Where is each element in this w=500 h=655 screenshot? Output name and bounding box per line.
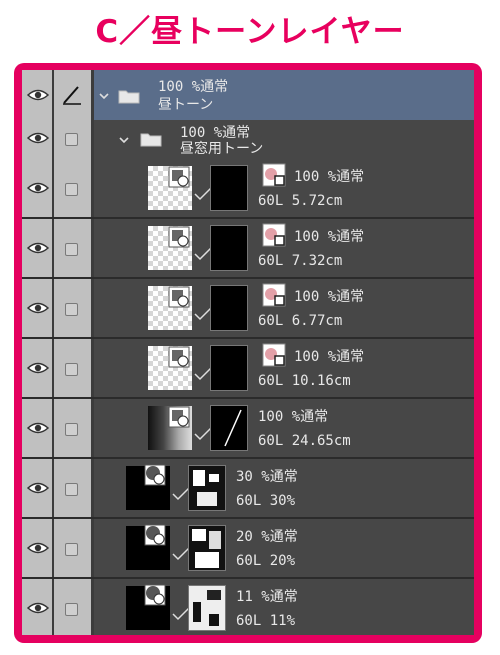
- tone-layer-icon: [144, 464, 166, 486]
- edit-target-checkbox[interactable]: [65, 543, 78, 556]
- edit-target-checkbox[interactable]: [65, 183, 78, 196]
- tone-settings-icon[interactable]: [262, 283, 286, 307]
- page-title: C／昼トーンレイヤー: [95, 14, 405, 50]
- layer-row-folder[interactable]: 100 %通常 昼トーン: [22, 70, 474, 122]
- layer-info: 60L 10.16cm: [258, 373, 351, 389]
- layer-row-tone[interactable]: 100 %通常 60L 24.65cm: [22, 399, 474, 459]
- visibility-eye-icon[interactable]: [27, 601, 49, 615]
- tone-settings-icon[interactable]: [262, 163, 286, 187]
- visibility-eye-icon[interactable]: [27, 481, 49, 495]
- layer-row-tone[interactable]: 30 %通常 60L 30%: [22, 459, 474, 519]
- layer-row-tone[interactable]: 11 %通常 60L 11%: [22, 579, 474, 635]
- layer-info: 60L 24.65cm: [258, 433, 351, 449]
- layer-info: 60L 11%: [236, 613, 296, 629]
- layer-mask-thumbnail: [210, 165, 248, 211]
- layer-info: 60L 5.72cm: [258, 193, 343, 209]
- layer-name: 昼トーン: [158, 97, 214, 113]
- layer-mask-thumbnail: [188, 465, 226, 511]
- edit-target-checkbox[interactable]: [65, 303, 78, 316]
- layer-name: 昼窓用トーン: [180, 141, 264, 157]
- layer-row-tone[interactable]: 100 %通常 60L 5.72cm: [22, 159, 474, 219]
- layer-mode: 100 %通常: [294, 289, 365, 305]
- layer-row-folder[interactable]: 100 %通常 昼窓用トーン: [22, 120, 474, 161]
- layer-mask-thumbnail: [210, 285, 248, 331]
- layer-info: 60L 6.77cm: [258, 313, 343, 329]
- edit-target-checkbox[interactable]: [65, 603, 78, 616]
- tone-layer-icon: [168, 166, 190, 188]
- tone-layer-icon: [144, 524, 166, 546]
- visibility-eye-icon[interactable]: [27, 301, 49, 315]
- tone-layer-icon: [168, 226, 190, 248]
- visibility-eye-icon[interactable]: [27, 241, 49, 255]
- visibility-eye-icon[interactable]: [27, 131, 49, 145]
- edit-target-checkbox[interactable]: [65, 423, 78, 436]
- layer-mode: 100 %通常: [294, 229, 365, 245]
- tone-layer-icon: [168, 346, 190, 368]
- edit-target-pen-icon[interactable]: [60, 85, 84, 105]
- tone-layer-icon: [168, 286, 190, 308]
- layer-mode: 20 %通常: [236, 529, 298, 545]
- tone-layer-icon: [144, 584, 166, 606]
- layer-row-tone[interactable]: 100 %通常 60L 7.32cm: [22, 219, 474, 279]
- edit-target-checkbox[interactable]: [65, 243, 78, 256]
- layer-info: 60L 7.32cm: [258, 253, 343, 269]
- layer-mask-thumbnail: [210, 405, 248, 451]
- tone-settings-icon[interactable]: [262, 343, 286, 367]
- folder-icon: [118, 90, 140, 104]
- edit-target-checkbox[interactable]: [65, 483, 78, 496]
- visibility-eye-icon[interactable]: [27, 421, 49, 435]
- chevron-down-icon[interactable]: [98, 90, 110, 102]
- layer-mask-thumbnail: [188, 525, 226, 571]
- layer-row-tone[interactable]: 100 %通常 60L 6.77cm: [22, 279, 474, 339]
- visibility-eye-icon[interactable]: [27, 361, 49, 375]
- visibility-eye-icon[interactable]: [27, 181, 49, 195]
- layer-mode: 100 %通常: [294, 169, 365, 185]
- layer-mode: 30 %通常: [236, 469, 298, 485]
- visibility-eye-icon[interactable]: [27, 541, 49, 555]
- layer-mode: 100 %通常: [158, 79, 229, 95]
- tone-settings-icon[interactable]: [262, 223, 286, 247]
- layer-info: 60L 20%: [236, 553, 296, 569]
- edit-target-checkbox[interactable]: [65, 363, 78, 376]
- layer-info: 60L 30%: [236, 493, 296, 509]
- visibility-eye-icon[interactable]: [27, 88, 49, 102]
- chevron-down-icon[interactable]: [118, 134, 130, 146]
- layer-row-tone[interactable]: 20 %通常 60L 20%: [22, 519, 474, 579]
- layer-panel: 100 %通常 昼トーン 100 %通常 昼窓用トーン 100 %通常 60L …: [22, 70, 474, 635]
- layer-mask-thumbnail: [210, 345, 248, 391]
- folder-icon: [140, 133, 162, 147]
- layer-mask-thumbnail: [188, 585, 226, 631]
- layer-mask-thumbnail: [210, 225, 248, 271]
- layer-mode: 100 %通常: [258, 409, 329, 425]
- layer-mode: 100 %通常: [294, 349, 365, 365]
- layer-row-tone[interactable]: 100 %通常 60L 10.16cm: [22, 339, 474, 399]
- tone-layer-icon: [168, 406, 190, 428]
- layer-mode: 11 %通常: [236, 589, 298, 605]
- edit-target-checkbox[interactable]: [65, 133, 78, 146]
